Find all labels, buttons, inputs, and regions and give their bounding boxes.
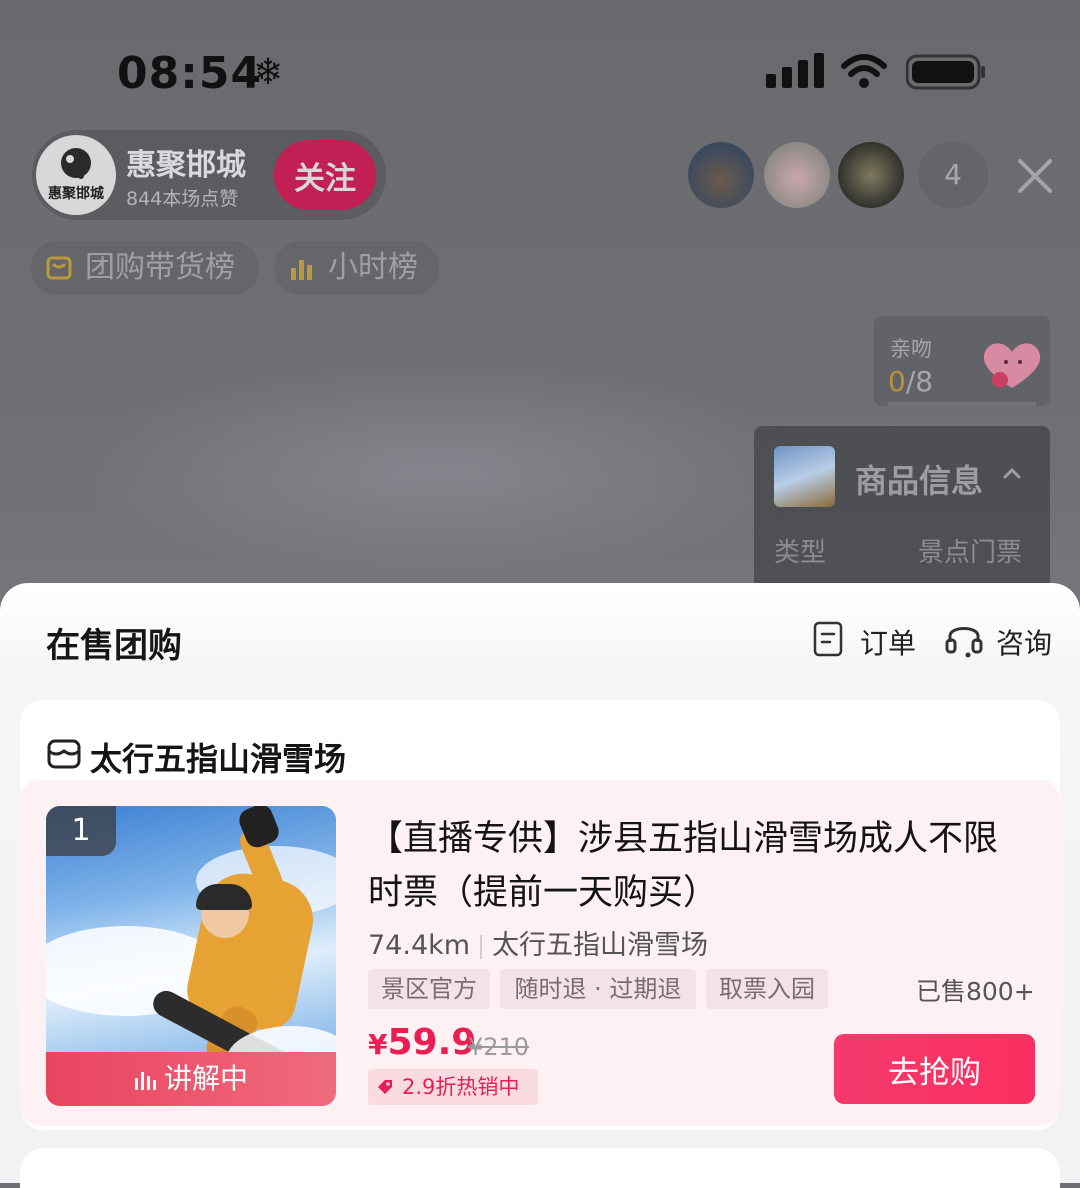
host-avatar-text: 惠聚邯城 xyxy=(48,186,104,202)
price-tag-icon xyxy=(378,1080,392,1094)
shopping-bag-icon xyxy=(46,256,72,280)
elephant-logo-icon xyxy=(61,148,91,179)
buy-now-button[interactable]: 去抢购 xyxy=(834,1034,1035,1104)
chevron-up-icon[interactable] xyxy=(1002,466,1022,480)
close-icon[interactable] xyxy=(1014,155,1056,197)
sold-count: 已售800+ xyxy=(916,977,1035,1006)
kiss-progress-bar xyxy=(888,402,1036,406)
product-distance: 74.4km xyxy=(368,930,471,961)
skier-helmet xyxy=(196,884,252,910)
live-explaining-badge[interactable]: 讲解中 xyxy=(46,1052,336,1106)
sheet-title: 在售团购 xyxy=(46,626,182,666)
viewer-avatar[interactable] xyxy=(688,142,754,208)
original-price: ¥210 xyxy=(468,1033,530,1061)
product-tag: 随时退 · 过期退 xyxy=(500,969,696,1009)
product-info-key: 类型 xyxy=(774,538,827,568)
product-meta: 74.4km 太行五指山滑雪场 xyxy=(368,923,708,962)
live-explaining-label: 讲解中 xyxy=(164,1062,249,1095)
heart-icon xyxy=(983,343,1041,388)
headset-icon[interactable] xyxy=(944,618,984,660)
audio-bars-icon xyxy=(135,1072,156,1090)
host-avatar[interactable]: 惠聚邯城 xyxy=(36,135,116,215)
viewer-count[interactable]: 4 xyxy=(918,142,988,208)
host-name: 惠聚邯城 xyxy=(126,148,246,183)
hourly-rank-label: 小时榜 xyxy=(328,250,418,285)
group-buy-rank-chip[interactable]: 团购带货榜 xyxy=(31,241,259,295)
stream-scene xyxy=(60,360,820,580)
snowflake-icon: ❄ xyxy=(253,52,284,93)
next-store-card xyxy=(20,1148,1060,1188)
signal-icon xyxy=(766,53,824,88)
bar-chart-icon xyxy=(291,260,312,280)
host-likes: 844本场点赞 xyxy=(126,188,239,210)
rank-badge: 1 xyxy=(46,806,116,856)
product-venue: 太行五指山滑雪场 xyxy=(492,930,709,961)
discount-badge: 2.9折热销中 xyxy=(368,1069,538,1105)
group-buy-rank-label: 团购带货榜 xyxy=(85,250,235,285)
product-info-value: 景点门票 xyxy=(918,538,1023,568)
viewer-avatar[interactable] xyxy=(764,142,830,208)
store-name[interactable]: 太行五指山滑雪场 xyxy=(90,734,346,780)
consult-link[interactable]: 咨询 xyxy=(996,622,1052,662)
battery-icon xyxy=(906,54,985,90)
order-link[interactable]: 订单 xyxy=(860,622,916,662)
product-price: ¥59.9 xyxy=(368,1022,477,1063)
product-info-title: 商品信息 xyxy=(855,462,984,500)
viewer-avatar[interactable] xyxy=(838,142,904,208)
product-title[interactable]: 【直播专供】涉县五指山滑雪场成人不限时票（提前一天购买） xyxy=(368,812,1032,920)
order-icon[interactable] xyxy=(812,620,844,658)
discount-label: 2.9折热销中 xyxy=(402,1075,520,1099)
store-icon xyxy=(47,739,81,769)
hourly-rank-chip[interactable]: 小时榜 xyxy=(274,241,439,295)
product-tag: 取票入园 xyxy=(706,969,828,1009)
product-tag: 景区官方 xyxy=(368,969,490,1009)
kiss-label: 亲吻 xyxy=(890,337,932,361)
follow-button[interactable]: 关注 xyxy=(274,140,376,210)
product-info-thumbnail xyxy=(774,446,835,507)
status-time: 08:54 xyxy=(117,48,263,99)
meta-divider xyxy=(480,934,483,959)
kiss-progress-text: 0/8 xyxy=(888,365,934,398)
wifi-icon xyxy=(841,54,887,88)
